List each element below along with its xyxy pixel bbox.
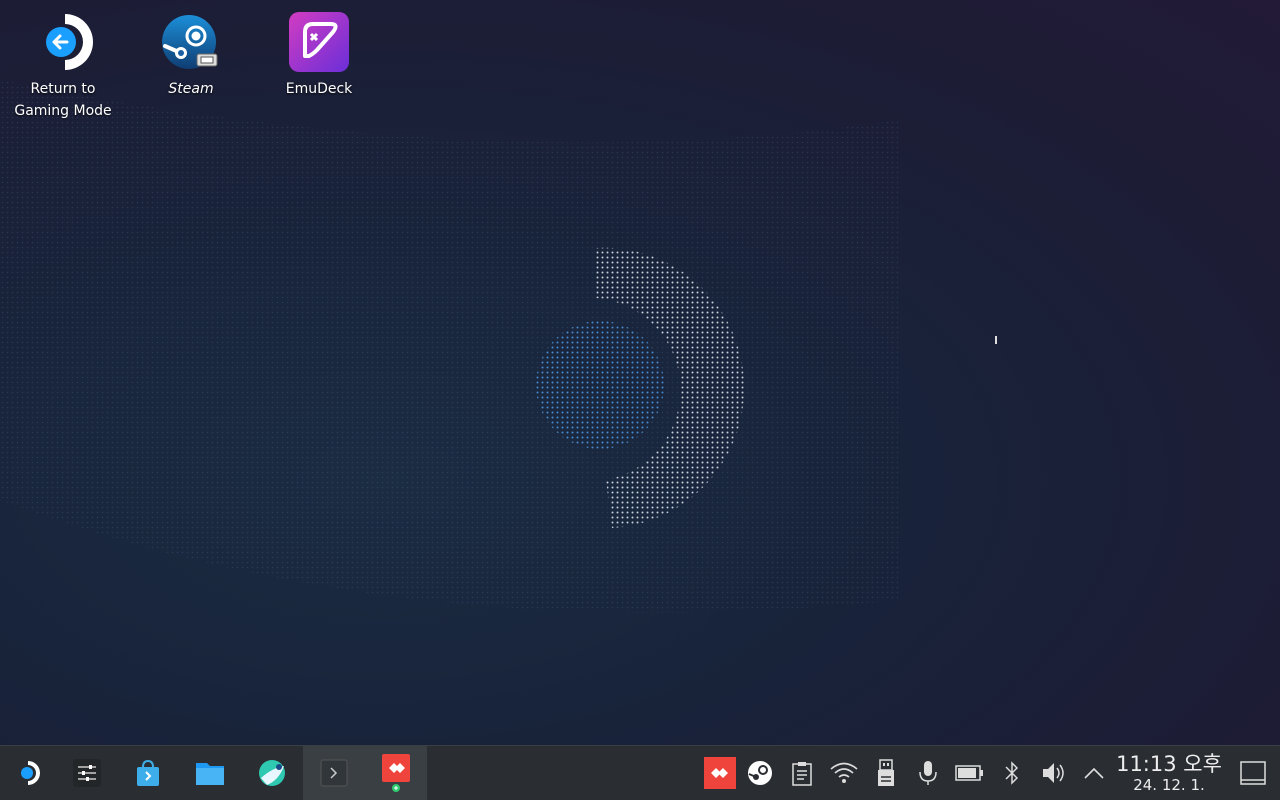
steam-shortcut[interactable]: Steam [131,10,251,100]
volume-icon[interactable] [1039,758,1069,788]
emudeck-shortcut[interactable]: EmuDeck [259,10,379,100]
expand-tray-icon[interactable] [1079,758,1109,788]
anydesk-button[interactable] [365,746,427,800]
shortcut-label: Steam [168,81,214,97]
clock-time: 11:13 오후 [1116,752,1222,776]
digital-clock[interactable]: 11:13 오후 24. 12. 1. [1112,752,1226,794]
browser-button[interactable] [241,746,303,800]
sliders-icon [73,759,101,787]
folder-icon [196,763,224,785]
terminal-icon [320,759,348,787]
battery-icon[interactable] [955,758,985,788]
file-manager-button[interactable] [179,746,241,800]
desktop-wallpaper [0,80,997,613]
show-desktop-button[interactable] [1238,758,1268,788]
clipboard-icon[interactable] [787,758,817,788]
globe-icon [259,760,285,786]
microphone-icon[interactable] [913,758,943,788]
anydesk-icon [382,754,410,792]
wifi-icon[interactable] [829,758,859,788]
store-bag-icon [137,759,159,786]
taskbar: 11:13 오후 24. 12. 1. [0,745,1280,800]
usb-drive-icon[interactable] [871,758,901,788]
discover-button[interactable] [117,746,179,800]
shortcut-label: EmuDeck [285,81,353,97]
clock-date: 24. 12. 1. [1133,776,1205,794]
application-launcher-button[interactable] [0,746,56,800]
steam-tray-icon[interactable] [745,758,775,788]
anydesk-tray-icon[interactable] [704,757,736,789]
return-arrow-icon [31,10,95,74]
bluetooth-icon[interactable] [997,758,1027,788]
terminal-button[interactable] [303,746,365,800]
shortcut-label-line2: Gaming Mode [14,103,112,119]
shortcut-label: Return to [30,81,96,97]
steam-icon [159,10,223,74]
steamdeck-logo-icon [21,761,40,785]
return-to-gaming-mode-shortcut[interactable]: Return to Gaming Mode [3,10,123,122]
emudeck-icon [287,10,351,74]
show-desktop-icon [1240,761,1266,785]
system-settings-button[interactable] [56,746,118,800]
